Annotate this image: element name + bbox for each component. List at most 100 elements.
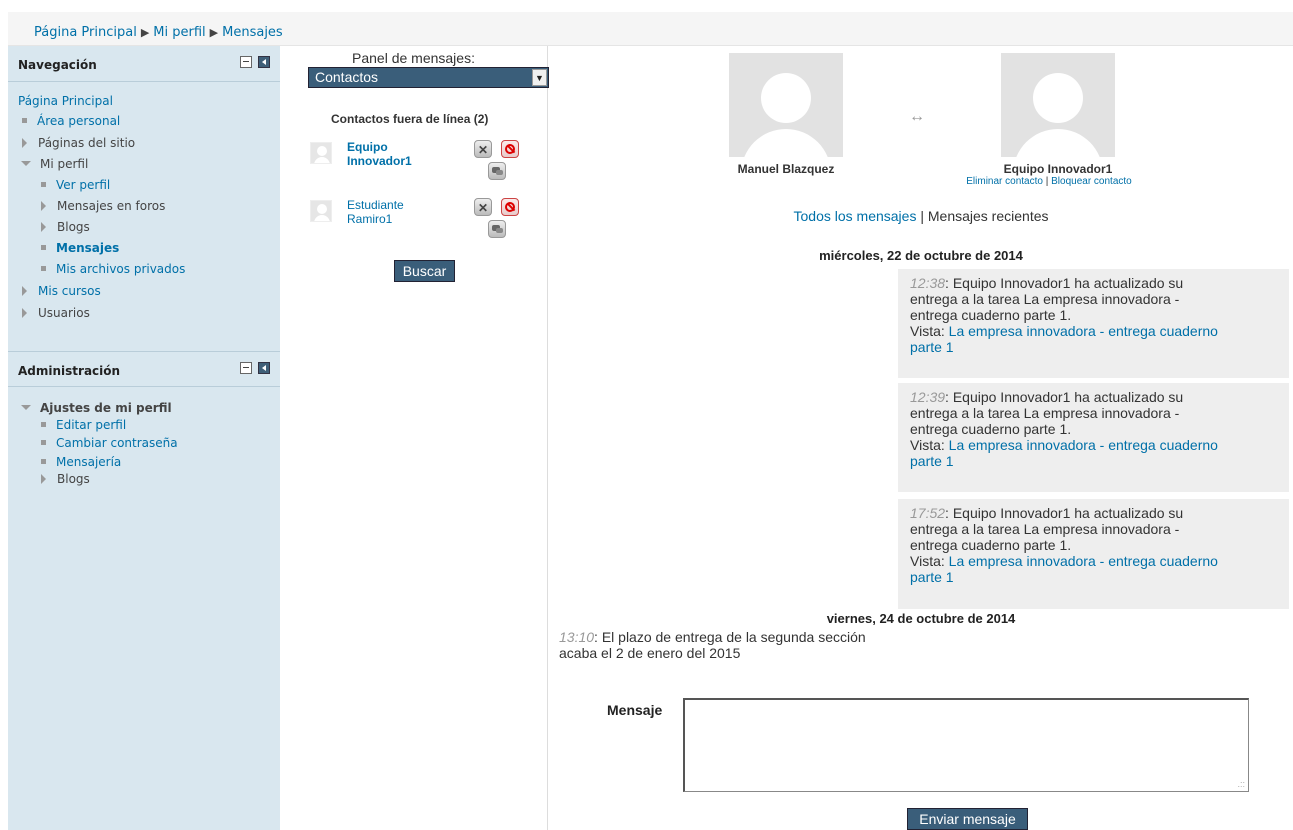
message-text: entrega cuaderno parte 1.	[910, 421, 1072, 437]
nav-item-label: Usuarios	[38, 306, 90, 320]
collapsed-arrow-icon	[41, 200, 46, 211]
dock-block-icon[interactable]	[258, 56, 270, 68]
nav-item-label: Área personal	[37, 114, 121, 128]
nav-item-label: Mis archivos privados	[56, 262, 186, 276]
message-text: entrega a la tarea La empresa innovadora…	[910, 521, 1180, 537]
contact-actions: Eliminar contacto | Bloquear contacto	[929, 176, 1169, 187]
nav-item-mis-cursos[interactable]: Mis cursos	[22, 283, 101, 301]
admin-item-label: Blogs	[57, 472, 90, 486]
contact-name-line: Ramiro1	[347, 212, 393, 226]
action-separator: |	[1045, 176, 1049, 187]
bullet-icon	[41, 440, 46, 445]
compose-label: Mensaje	[607, 702, 663, 718]
admin-item-ajustes[interactable]: Ajustes de mi perfil	[21, 400, 172, 418]
admin-item-label: Cambiar contraseña	[56, 436, 178, 450]
nav-item-archivos-privados[interactable]: Mis archivos privados	[41, 261, 185, 279]
nav-item-area-personal[interactable]: Área personal	[22, 113, 120, 131]
remove-contact-link[interactable]: Eliminar contacto	[966, 176, 1043, 187]
message-time: 17:52	[910, 505, 946, 521]
assignment-link[interactable]: La empresa innovadora - entrega cuaderno	[949, 323, 1218, 339]
admin-block-title: Administración	[18, 364, 121, 378]
remove-contact-icon[interactable]: ✕	[474, 198, 492, 216]
message-textarea[interactable]: .::	[683, 698, 1249, 792]
assignment-link[interactable]: La empresa innovadora - entrega cuaderno	[949, 553, 1218, 569]
nav-item-ver-perfil[interactable]: Ver perfil	[41, 177, 110, 195]
message-time: 12:38	[910, 275, 946, 291]
user-self-name[interactable]: Manuel Blazquez	[699, 162, 873, 176]
contact-name-line: Equipo	[347, 140, 388, 154]
user-contact-avatar[interactable]	[1001, 53, 1115, 157]
bullet-icon	[41, 422, 46, 427]
message-history-icon[interactable]	[488, 220, 506, 238]
dock-block-icon[interactable]	[258, 362, 270, 374]
contact-name-link[interactable]: Equipo Innovador1	[347, 140, 437, 168]
nav-item-label: Mensajes en foros	[57, 199, 166, 213]
view-label: Vista:	[910, 553, 949, 569]
filter-separator: |	[920, 208, 924, 224]
message-text: : Equipo Innovador1 ha actualizado su	[945, 275, 1184, 291]
send-message-button[interactable]: Enviar mensaje	[907, 808, 1028, 830]
assignment-link[interactable]: parte 1	[910, 453, 954, 469]
contact-name-link[interactable]: Estudiante Ramiro1	[347, 198, 437, 226]
nav-item-paginas-sitio[interactable]: Páginas del sitio	[22, 135, 135, 153]
nav-item-label: Blogs	[57, 220, 90, 234]
bullet-icon	[22, 118, 27, 123]
message-text: : Equipo Innovador1 ha actualizado su	[945, 505, 1184, 521]
nav-item-label: Ver perfil	[56, 178, 111, 192]
nav-item-label: Mensajes	[56, 241, 120, 255]
message-item: 12:38: Equipo Innovador1 ha actualizado …	[898, 269, 1289, 378]
admin-item-blogs[interactable]: Blogs	[41, 471, 90, 489]
contact-avatar	[310, 200, 332, 222]
block-contact-link[interactable]: Bloquear contacto	[1051, 176, 1132, 187]
nav-item-mensajes[interactable]: Mensajes	[41, 240, 119, 258]
block-contact-icon[interactable]	[501, 140, 519, 158]
nav-home-link[interactable]: Página Principal	[18, 93, 113, 111]
minimize-block-icon[interactable]	[240, 56, 252, 68]
expanded-arrow-icon	[21, 405, 31, 410]
admin-item-cambiar-contrasena[interactable]: Cambiar contraseña	[41, 435, 178, 453]
messages-panel: Panel de mensajes: Contactos ▼ Contactos…	[280, 46, 549, 830]
breadcrumb: Página Principal ▶ Mi perfil ▶ Mensajes	[8, 12, 1293, 46]
admin-item-mensajeria[interactable]: Mensajería	[41, 454, 121, 472]
message-item: 17:52: Equipo Innovador1 ha actualizado …	[898, 499, 1289, 609]
search-button[interactable]: Buscar	[394, 260, 455, 282]
breadcrumb-profile[interactable]: Mi perfil	[153, 25, 205, 40]
contact-name-line: Estudiante	[347, 198, 404, 212]
sidebar: Navegación Página Principal Área persona…	[8, 46, 280, 830]
contact-item: Equipo Innovador1 ✕	[310, 140, 540, 180]
panel-select[interactable]: Contactos ▼	[308, 67, 549, 88]
nav-item-usuarios[interactable]: Usuarios	[22, 305, 90, 323]
nav-item-mensajes-foros[interactable]: Mensajes en foros	[41, 198, 165, 216]
admin-item-label: Mensajería	[56, 455, 122, 469]
user-self-avatar	[729, 53, 843, 157]
all-messages-link[interactable]: Todos los mensajes	[794, 208, 917, 224]
view-label: Vista:	[910, 323, 949, 339]
message-text: entrega a la tarea La empresa innovadora…	[910, 405, 1180, 421]
message-item: 12:39: Equipo Innovador1 ha actualizado …	[898, 383, 1289, 492]
assignment-link[interactable]: La empresa innovadora - entrega cuaderno	[949, 437, 1218, 453]
assignment-link[interactable]: parte 1	[910, 569, 954, 585]
remove-contact-icon[interactable]: ✕	[474, 140, 492, 158]
resize-grip-icon[interactable]: .::	[1237, 779, 1245, 789]
sent-message: 13:10: El plazo de entrega de la segunda…	[559, 629, 939, 661]
recent-messages-label: Mensajes recientes	[927, 208, 1049, 224]
minimize-block-icon[interactable]	[240, 362, 252, 374]
message-history-icon[interactable]	[488, 162, 506, 180]
message-text: entrega a la tarea La empresa innovadora…	[910, 291, 1180, 307]
message-text: entrega cuaderno parte 1.	[910, 537, 1072, 553]
date-heading: miércoles, 22 de octubre de 2014	[819, 248, 1023, 263]
collapsed-arrow-icon	[41, 473, 46, 484]
admin-item-editar-perfil[interactable]: Editar perfil	[41, 417, 126, 435]
admin-item-label: Editar perfil	[56, 418, 127, 432]
bullet-icon	[41, 266, 46, 271]
panel-select-value: Contactos	[315, 69, 379, 85]
nav-item-mi-perfil[interactable]: Mi perfil	[21, 156, 88, 174]
nav-item-blogs[interactable]: Blogs	[41, 219, 90, 237]
block-contact-icon[interactable]	[501, 198, 519, 216]
user-contact-name[interactable]: Equipo Innovador1	[969, 162, 1147, 176]
breadcrumb-messages[interactable]: Mensajes	[222, 25, 283, 40]
breadcrumb-home[interactable]: Página Principal	[34, 25, 137, 40]
admin-block-header: Administración	[8, 351, 280, 387]
collapsed-arrow-icon	[22, 307, 27, 318]
assignment-link[interactable]: parte 1	[910, 339, 954, 355]
